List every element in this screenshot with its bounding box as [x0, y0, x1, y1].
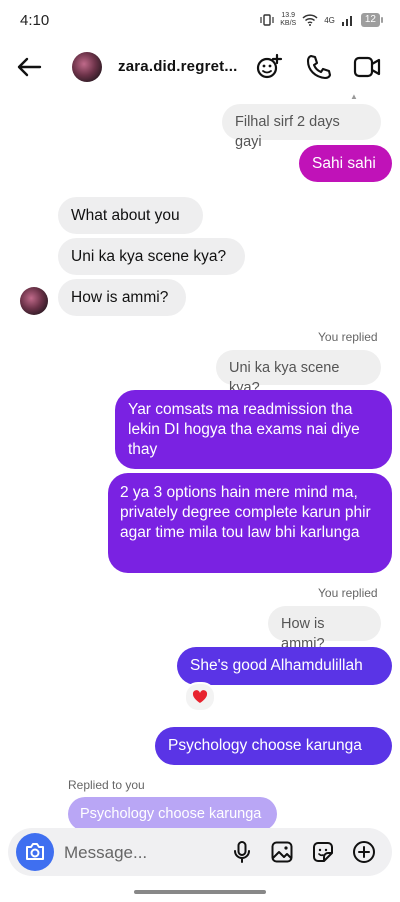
video-icon[interactable]	[352, 52, 382, 82]
reply-quote[interactable]: How is ammi?	[268, 606, 381, 652]
message-composer	[8, 828, 392, 876]
status-icons: 13.9 KB/S 4G 12	[260, 12, 384, 28]
message-bubble-incoming[interactable]: Uni ka kya scene kya?	[58, 238, 245, 275]
message-bubble-incoming[interactable]: Filhal sirf 2 days gayi	[222, 104, 381, 150]
avatar[interactable]	[72, 52, 102, 82]
camera-button[interactable]	[16, 833, 54, 871]
message-bubble-incoming[interactable]: How is ammi?	[58, 279, 186, 316]
message-bubble-outgoing[interactable]: She's good Alhamdulillah	[177, 647, 392, 685]
battery-icon: 12	[360, 13, 384, 27]
you-replied-label: You replied	[318, 586, 378, 600]
status-time: 4:10	[20, 12, 50, 29]
gallery-icon[interactable]	[270, 840, 294, 864]
vibrate-icon	[260, 14, 274, 26]
message-bubble-incoming[interactable]: What about you	[58, 197, 203, 234]
message-input[interactable]	[62, 838, 226, 868]
scroll-indicator: ▲	[350, 92, 358, 101]
heart-icon	[192, 690, 208, 703]
plus-icon[interactable]	[352, 840, 376, 864]
chat-username[interactable]: zara.did.regret...	[118, 58, 237, 75]
sticker-icon[interactable]	[311, 840, 335, 864]
arrow-left-icon[interactable]	[14, 52, 44, 82]
message-bubble-outgoing[interactable]: Psychology choose karunga	[155, 727, 392, 765]
message-bubble-outgoing[interactable]: Sahi sahi	[299, 145, 392, 182]
effects-icon[interactable]	[254, 52, 284, 82]
wifi-icon	[302, 14, 318, 26]
chat-header: zara.did.regret...	[0, 42, 400, 92]
net-speed: 13.9 KB/S	[280, 12, 297, 27]
reply-quote[interactable]: Psychology choose karunga	[68, 797, 277, 831]
network-type: 4G	[324, 15, 335, 25]
reply-quote[interactable]: Uni ka kya scene kya?	[216, 350, 381, 396]
heart-reaction[interactable]	[184, 682, 216, 712]
microphone-icon[interactable]	[230, 840, 254, 864]
replied-to-you-label: Replied to you	[68, 778, 145, 792]
status-bar: 4:10 13.9 KB/S 4G 12	[0, 0, 400, 42]
you-replied-label: You replied	[318, 330, 378, 344]
home-indicator[interactable]	[134, 890, 266, 894]
message-bubble-outgoing[interactable]: Yar comsats ma readmission tha lekin DI …	[115, 390, 392, 469]
message-bubble-outgoing[interactable]: 2 ya 3 options hain mere mind ma, privat…	[108, 473, 392, 573]
signal-icon	[341, 16, 352, 26]
phone-icon[interactable]	[303, 52, 333, 82]
camera-icon	[26, 843, 44, 860]
sender-avatar[interactable]	[20, 287, 48, 315]
